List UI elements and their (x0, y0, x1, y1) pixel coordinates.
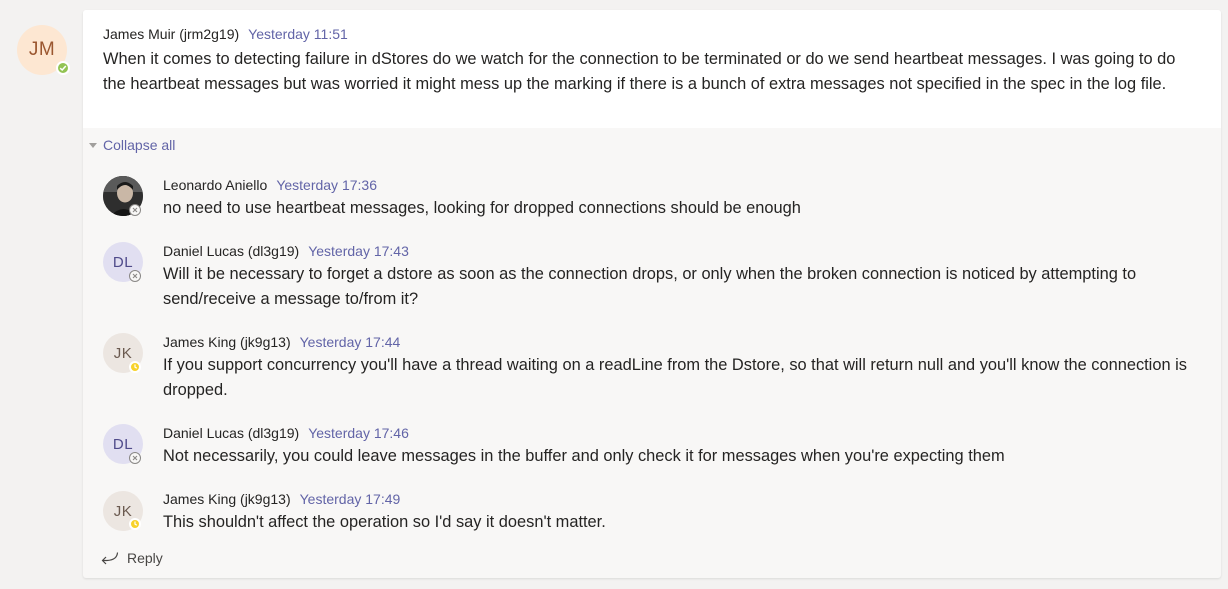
message-body: This shouldn't affect the operation so I… (163, 513, 606, 531)
presence-offline-icon (129, 204, 141, 216)
message-header: Leonardo Aniello Yesterday 17:36 (163, 177, 377, 193)
collapse-all-button[interactable]: Collapse all (89, 137, 175, 153)
timestamp[interactable]: Yesterday 11:51 (248, 26, 348, 42)
message-header: James Muir (jrm2g19) Yesterday 11:51 (103, 26, 348, 42)
message-header: James King (jk9g13) Yesterday 17:49 (163, 491, 400, 507)
collapse-all-label: Collapse all (103, 137, 176, 153)
timestamp[interactable]: Yesterday 17:46 (308, 425, 409, 441)
avatar-initials: JM (28, 39, 56, 60)
reply-label: Reply (127, 550, 163, 566)
reply-arrow-icon (101, 552, 119, 565)
timestamp[interactable]: Yesterday 17:43 (308, 243, 409, 259)
author-name[interactable]: James King (jk9g13) (163, 491, 291, 507)
author-name[interactable]: James Muir (jrm2g19) (103, 26, 239, 42)
timestamp[interactable]: Yesterday 17:49 (300, 491, 401, 507)
message-body: no need to use heartbeat messages, looki… (163, 199, 801, 217)
message-header: Daniel Lucas (dl3g19) Yesterday 17:46 (163, 425, 409, 441)
presence-available-icon (56, 61, 70, 75)
reply-button[interactable]: Reply (101, 550, 163, 566)
presence-offline-icon (129, 452, 141, 464)
message-body: If you support concurrency you'll have a… (163, 356, 1187, 399)
author-name[interactable]: James King (jk9g13) (163, 334, 291, 350)
message-body: Will it be necessary to forget a dstore … (163, 265, 1137, 308)
presence-away-icon (129, 518, 141, 530)
presence-offline-icon (129, 270, 141, 282)
timestamp[interactable]: Yesterday 17:44 (300, 334, 401, 350)
avatar-initials: JK (113, 502, 133, 520)
avatar-initials: DL (112, 435, 134, 453)
message-body: Not necessarily, you could leave message… (163, 447, 1005, 465)
timestamp[interactable]: Yesterday 17:36 (276, 177, 377, 193)
message-body: When it comes to detecting failure in dS… (103, 50, 1176, 93)
conversation-thread: James Muir (jrm2g19) Yesterday 11:51 When… (83, 10, 1221, 578)
avatar-initials: DL (112, 253, 134, 271)
message-header: Daniel Lucas (dl3g19) Yesterday 17:43 (163, 243, 409, 259)
root-message: James Muir (jrm2g19) Yesterday 11:51 When… (83, 10, 1221, 128)
caret-down-icon (89, 142, 97, 148)
presence-away-icon (129, 361, 141, 373)
author-name[interactable]: Leonardo Aniello (163, 177, 267, 193)
message-header: James King (jk9g13) Yesterday 17:44 (163, 334, 400, 350)
avatar-initials: JK (113, 344, 133, 362)
author-name[interactable]: Daniel Lucas (dl3g19) (163, 243, 299, 259)
author-name[interactable]: Daniel Lucas (dl3g19) (163, 425, 299, 441)
